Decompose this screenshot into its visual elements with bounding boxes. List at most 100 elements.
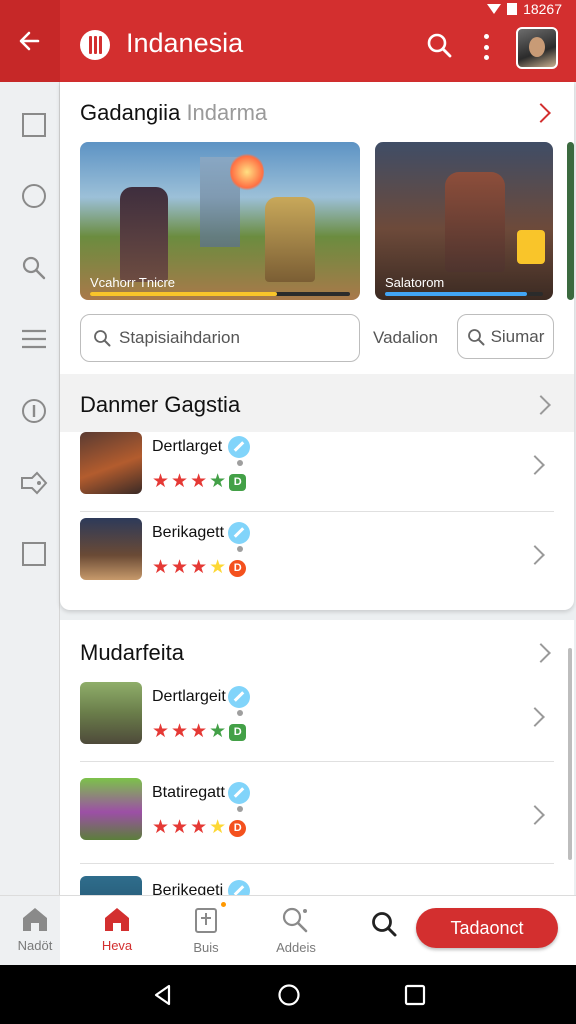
- filter-label[interactable]: Vadalion: [373, 328, 438, 348]
- chevron-right-icon[interactable]: [525, 545, 545, 565]
- rating-badge: D: [229, 473, 247, 491]
- rating-badge: D: [229, 819, 247, 837]
- rail-square-icon[interactable]: [20, 111, 48, 139]
- rail-tag-icon[interactable]: [20, 469, 48, 497]
- rating: ★ ★ ★ ★ D: [152, 721, 247, 742]
- app-thumbnail: [80, 518, 142, 580]
- list-item[interactable]: Btatiregatt ★ ★ ★ ★ D: [80, 778, 554, 864]
- star-icon: ★: [209, 721, 227, 742]
- rating-badge: D: [229, 559, 247, 577]
- section-header[interactable]: Danmer Gagstia: [60, 374, 574, 432]
- banner-label: Salatorom: [385, 275, 445, 290]
- nav-item-buis[interactable]: Buis: [171, 906, 241, 962]
- more-vert-icon[interactable]: [482, 34, 490, 60]
- rating-badge: D: [229, 723, 247, 741]
- app-thumbnail: [80, 432, 142, 494]
- status-time: 18267: [523, 1, 562, 17]
- star-icon: ★: [152, 721, 170, 742]
- simar-button[interactable]: Siumar: [457, 314, 554, 359]
- chevron-right-icon[interactable]: [531, 643, 551, 663]
- star-icon: ★: [152, 557, 170, 578]
- nav-item-addeis[interactable]: Addeis: [261, 906, 331, 962]
- rail-menu-icon[interactable]: [20, 325, 48, 353]
- nav-item-nadot[interactable]: Nadöt: [0, 906, 70, 962]
- rail-search-icon[interactable]: [20, 254, 48, 282]
- wifi-icon: [487, 4, 502, 14]
- home-circle-icon[interactable]: [277, 983, 301, 1007]
- mudarfeita-card: Mudarfeita Dertlargeit ★ ★ ★ ★ D Btatiregat…: [60, 620, 574, 920]
- search-input[interactable]: Stapisiaihdarion: [80, 314, 360, 362]
- chevron-right-icon[interactable]: [525, 805, 545, 825]
- left-rail: [0, 0, 60, 965]
- clipboard-icon: [195, 908, 217, 933]
- app-name: Dertlargeit: [152, 688, 226, 705]
- search-person-icon: [282, 907, 308, 933]
- rating: ★ ★ ★ ★ D: [152, 817, 247, 838]
- home-icon: [23, 908, 47, 931]
- cta-button[interactable]: Tadaonct: [416, 908, 558, 948]
- arrow-left-icon: [19, 31, 40, 51]
- game-banner-peek[interactable]: [567, 142, 574, 300]
- scrollbar[interactable]: [568, 648, 572, 860]
- star-icon: ★: [190, 557, 208, 578]
- system-nav-bar: [0, 965, 576, 1024]
- game-banner[interactable]: Vcahorr Tnicre: [80, 142, 360, 300]
- banner-progress: [90, 292, 350, 296]
- rail-circle-icon[interactable]: [20, 182, 48, 210]
- section-title: Danmer Gagstia: [80, 392, 241, 417]
- search-icon[interactable]: [426, 32, 452, 58]
- star-icon: ★: [171, 471, 189, 492]
- search-icon: [94, 330, 111, 347]
- rating: ★ ★ ★ ★ D: [152, 557, 247, 578]
- verified-icon: [228, 686, 250, 708]
- rail-info-icon[interactable]: [20, 397, 48, 425]
- app-name: Dertlarget: [152, 438, 223, 455]
- bottom-nav: Nadöt Heva Buis Addeis Tadaonct: [0, 895, 576, 966]
- star-icon: ★: [190, 817, 208, 838]
- list-item[interactable]: Dertlarget ★ ★ ★ ★ D: [80, 432, 554, 516]
- battery-icon: [507, 3, 518, 15]
- star-icon: ★: [190, 721, 208, 742]
- verified-icon: [228, 436, 250, 458]
- back-button[interactable]: [0, 0, 60, 82]
- chevron-right-icon[interactable]: [531, 395, 551, 415]
- game-banner[interactable]: Salatorom: [375, 142, 553, 300]
- search-icon[interactable]: [370, 910, 398, 938]
- app-screen: 18267 Indanesia Gadangiia Indarma Vcahor…: [0, 0, 576, 1024]
- app-name: Berikagett: [152, 524, 225, 541]
- nav-item-heva[interactable]: Heva: [82, 906, 152, 962]
- star-icon: ★: [171, 817, 189, 838]
- featured-card: Gadangiia Indarma Vcahorr Tnicre Salator…: [60, 82, 574, 610]
- star-icon: ★: [152, 817, 170, 838]
- app-logo: [80, 30, 110, 60]
- search-icon: [467, 328, 485, 345]
- status-bar: 18267: [487, 0, 562, 18]
- section-title: Mudarfeita: [80, 640, 184, 665]
- recents-icon[interactable]: [404, 984, 426, 1006]
- banner-label: Vcahorr Tnicre: [90, 275, 176, 290]
- app-header: 18267 Indanesia: [60, 0, 576, 82]
- star-icon: ★: [171, 557, 189, 578]
- verified-icon: [228, 522, 250, 544]
- app-thumbnail: [80, 778, 142, 840]
- app-thumbnail: [80, 682, 142, 744]
- rail-square-icon[interactable]: [20, 540, 48, 568]
- avatar[interactable]: [516, 27, 558, 69]
- rating: ★ ★ ★ ★ D: [152, 471, 247, 492]
- verified-icon: [228, 782, 250, 804]
- banner-progress: [385, 292, 543, 296]
- chevron-right-icon[interactable]: [525, 455, 545, 475]
- featured-title: Gadangiia Indarma: [80, 100, 268, 125]
- star-icon: ★: [171, 721, 189, 742]
- home-icon: [105, 908, 129, 931]
- chevron-right-icon[interactable]: [531, 103, 551, 123]
- list-item[interactable]: Dertlargeit ★ ★ ★ ★ D: [80, 682, 554, 766]
- star-icon: ★: [209, 557, 227, 578]
- list-item[interactable]: Berikagett ★ ★ ★ ★ D: [80, 518, 554, 602]
- star-icon: ★: [152, 471, 170, 492]
- back-icon[interactable]: [151, 983, 175, 1007]
- star-icon: ★: [209, 817, 227, 838]
- app-name: Btatiregatt: [152, 784, 225, 801]
- chevron-right-icon[interactable]: [525, 707, 545, 727]
- search-placeholder: Stapisiaihdarion: [119, 328, 240, 347]
